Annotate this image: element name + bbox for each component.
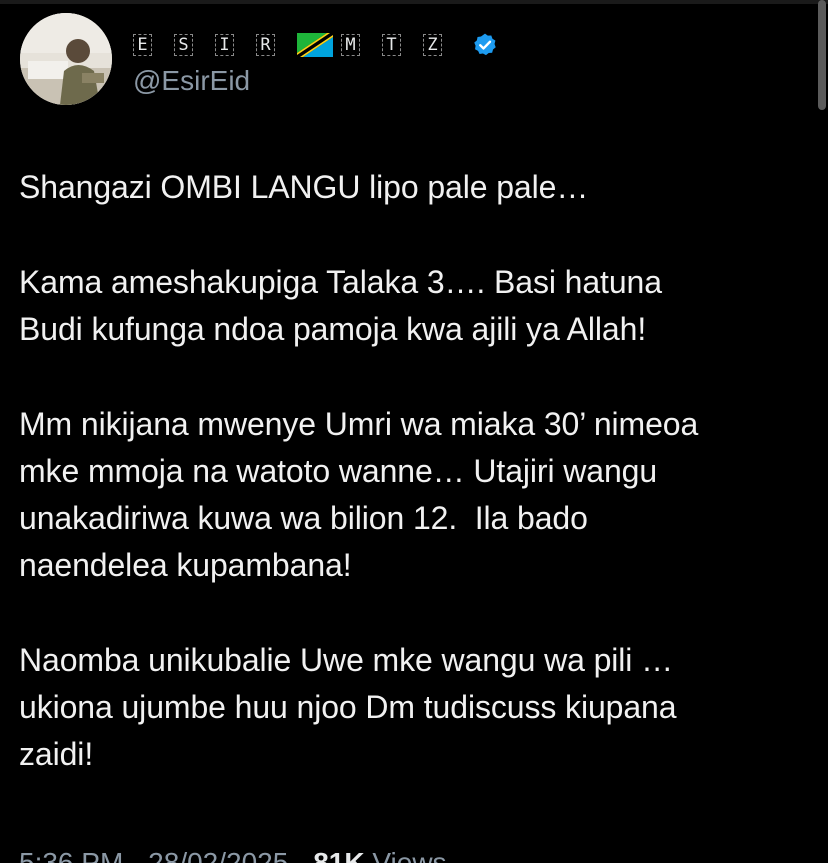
text-line: Mm nikijana mwenye Umri wa miaka 30’ nim… — [19, 406, 699, 442]
text-line: mke mmoja na watoto wanne… Utajiri wangu — [19, 453, 658, 489]
avatar-photo-icon — [20, 13, 112, 105]
views-label: Views — [372, 847, 447, 863]
name-letter: S — [174, 34, 193, 56]
meta-separator: · — [131, 847, 141, 863]
tweet-metadata: 5:36 PM · 28/02/2025 · 81K Views — [19, 846, 447, 863]
text-line: zaidi! — [19, 736, 94, 772]
tweet-time[interactable]: 5:36 PM — [19, 847, 123, 863]
user-handle[interactable]: @EsirEid — [133, 66, 498, 96]
author-header[interactable]: E S I R M T Z @EsirEid — [133, 26, 498, 106]
tweet-paragraph: Shangazi OMBI LANGU lipo pale pale… — [19, 164, 819, 211]
verified-badge-icon — [472, 32, 498, 58]
text-line: ukiona ujumbe huu njoo Dm tudiscuss kiup… — [19, 689, 677, 725]
text-line: Naomba unikubalie Uwe mke wangu wa pili … — [19, 642, 673, 678]
tweet-paragraph: Naomba unikubalie Uwe mke wangu wa pili … — [19, 637, 819, 778]
tweet-date[interactable]: 28/02/2025 — [148, 847, 288, 863]
name-letter: T — [382, 34, 401, 56]
meta-separator: · — [296, 847, 306, 863]
name-letter: M — [341, 34, 360, 56]
tanzania-flag-icon — [297, 33, 333, 57]
tweet-card: E S I R M T Z @EsirEid Shangazi OMBI LAN… — [0, 0, 828, 863]
text-line: unakadiriwa kuwa wa bilion 12. Ila bado — [19, 500, 588, 536]
top-divider — [0, 0, 828, 4]
name-letter: R — [256, 34, 275, 56]
avatar[interactable] — [20, 13, 112, 105]
views-count: 81K — [313, 847, 365, 863]
name-letter: I — [215, 34, 234, 56]
scrollbar[interactable] — [818, 0, 826, 110]
text-line: Shangazi OMBI LANGU lipo pale pale… — [19, 169, 589, 205]
name-letter: Z — [423, 34, 442, 56]
display-name[interactable]: E S I R M T Z — [133, 26, 498, 64]
text-line: naendelea kupambana! — [19, 547, 352, 583]
text-line: Budi kufunga ndoa pamoja kwa ajili ya Al… — [19, 311, 647, 347]
text-line: Kama ameshakupiga Talaka 3…. Basi hatuna — [19, 264, 662, 300]
tweet-paragraph: Mm nikijana mwenye Umri wa miaka 30’ nim… — [19, 401, 819, 589]
name-letter: E — [133, 34, 152, 56]
tweet-text: Shangazi OMBI LANGU lipo pale pale… Kama… — [19, 164, 819, 778]
tweet-paragraph: Kama ameshakupiga Talaka 3…. Basi hatuna… — [19, 259, 819, 353]
